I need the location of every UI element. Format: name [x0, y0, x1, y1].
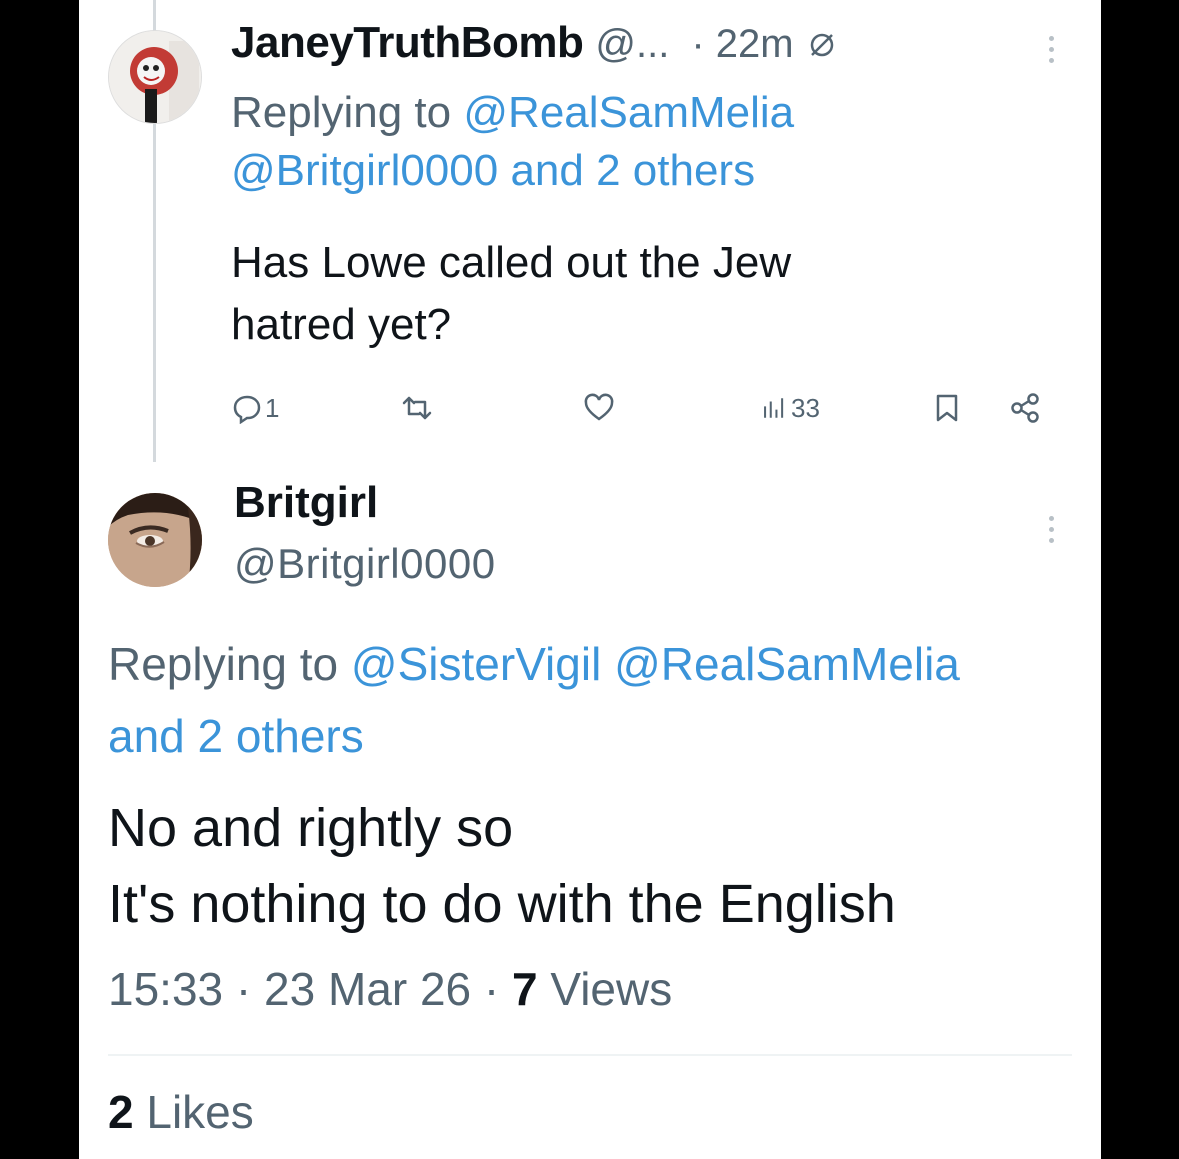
replying-to: Replying to @SisterVigil @RealSamMelia a… [108, 638, 960, 762]
muted-ban-icon [808, 31, 836, 59]
views-number: 7 [511, 963, 538, 1015]
more-dots-icon[interactable] [1049, 36, 1057, 63]
avatar[interactable] [108, 30, 202, 124]
mention-link[interactable]: @SisterVigil [351, 638, 601, 690]
tweet-text: Has Lowe called out the Jew hatred yet? [231, 238, 792, 349]
views-count: 33 [791, 392, 820, 423]
replying-to: Replying to @RealSamMelia @Britgirl0000 … [231, 88, 795, 195]
display-name[interactable]: Britgirl [234, 478, 378, 528]
reply-header: JaneyTruthBomb @... · 22m [231, 18, 836, 68]
likes-label: Likes [146, 1086, 254, 1138]
mention-link[interactable]: @RealSamMelia [463, 88, 794, 137]
display-name[interactable]: JaneyTruthBomb [231, 18, 584, 68]
mention-link[interactable]: @Britgirl0000 and 2 others [231, 146, 755, 195]
analytics-icon [764, 398, 784, 418]
handle[interactable]: @Britgirl0000 [234, 540, 496, 588]
mention-link[interactable]: @RealSamMelia [614, 638, 960, 690]
like-button[interactable] [583, 392, 615, 424]
bookmark-button[interactable] [931, 392, 963, 424]
reply-button[interactable]: 1 [231, 392, 279, 424]
divider [108, 1054, 1072, 1056]
tweet-text: No and rightly so It's nothing to do wit… [108, 798, 896, 934]
reply-icon [233, 395, 261, 424]
reply-count: 1 [265, 392, 280, 423]
likes-number: 2 [108, 1086, 134, 1138]
avatar[interactable] [108, 493, 202, 587]
tweet-thread-panel: JaneyTruthBomb @... · 22m Replying to @R… [79, 0, 1101, 1159]
likes-count[interactable]: 2 Likes [108, 1085, 254, 1139]
heart-icon [584, 393, 614, 421]
share-icon [1011, 393, 1039, 423]
share-button[interactable] [1009, 392, 1041, 424]
others-link[interactable]: and 2 others [108, 710, 364, 762]
timestamp[interactable]: 15:33 · 23 Mar 26 · [108, 963, 499, 1015]
tweet-meta: 15:33 · 23 Mar 26 · 7 Views [108, 962, 672, 1016]
more-dots-icon[interactable] [1049, 516, 1057, 543]
handle[interactable]: @... [595, 22, 669, 67]
views-label: Views [550, 963, 673, 1015]
retweet-button[interactable] [401, 392, 433, 424]
retweet-icon [402, 396, 432, 420]
timestamp[interactable]: · 22m [691, 22, 793, 67]
action-bar: 1 33 [231, 392, 1061, 436]
bookmark-icon [936, 394, 958, 422]
views-button[interactable]: 33 [761, 392, 820, 424]
